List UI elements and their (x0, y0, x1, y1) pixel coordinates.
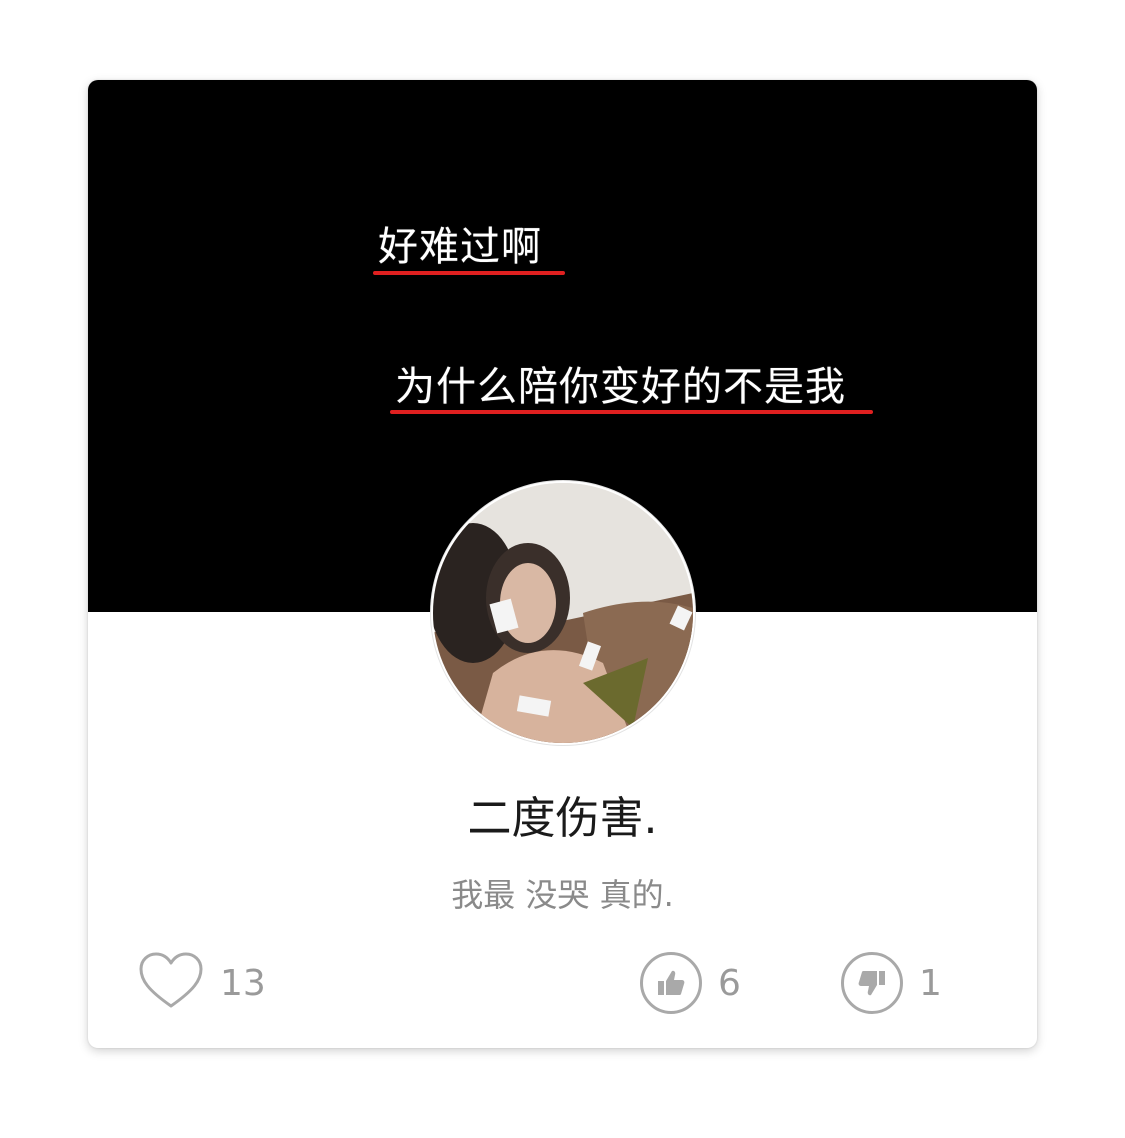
cover-text-line-1: 好难过啊 (378, 224, 542, 270)
thumbs-up-count: 6 (718, 962, 741, 1004)
heart-icon (138, 952, 204, 1014)
thumbs-down-icon (841, 952, 903, 1014)
thumbs-down-button[interactable]: 1 (841, 948, 942, 1018)
profile-card: 好难过啊 为什么陪你变好的不是我 二度伤害. 我最 没哭 真的. 13 6 1 (88, 80, 1037, 1048)
cover-underline-1 (373, 271, 565, 275)
thumbs-up-icon (640, 952, 702, 1014)
thumbs-up-button[interactable]: 6 (640, 948, 741, 1018)
avatar-photo (433, 483, 693, 743)
avatar[interactable] (431, 481, 695, 745)
profile-bio: 我最 没哭 真的. (451, 876, 674, 914)
thumbs-down-count: 1 (919, 962, 942, 1004)
cover-text-line-2: 为什么陪你变好的不是我 (395, 364, 846, 410)
cover-underline-2 (390, 410, 873, 414)
like-button[interactable]: 13 (138, 948, 266, 1018)
like-count: 13 (220, 962, 266, 1004)
profile-name: 二度伤害. (467, 793, 658, 844)
